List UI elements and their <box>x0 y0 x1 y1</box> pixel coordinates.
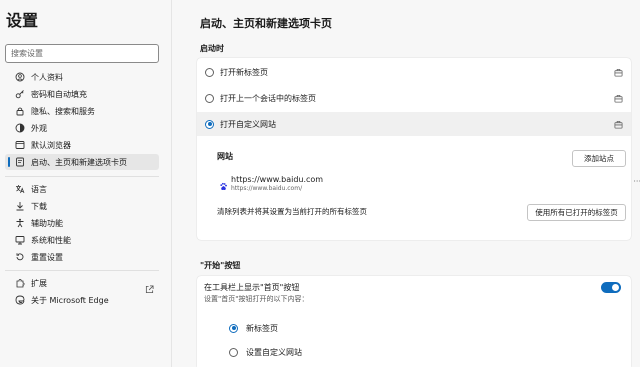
radio-button[interactable] <box>229 347 238 357</box>
startup-option-previous-session[interactable]: 打开上一个会话中的标签页 <box>197 86 631 110</box>
sidebar-item-label: 辅助功能 <box>31 218 63 228</box>
site-list-item: https://www.baidu.com https://www.baidu.… <box>217 174 640 195</box>
radio-button[interactable] <box>205 93 214 103</box>
sidebar-item-label: 系统和性能 <box>31 235 71 245</box>
edge-icon <box>15 295 25 305</box>
sidebar-item-label: 隐私、搜索和服务 <box>31 106 95 116</box>
sidebar-item-profile[interactable]: 个人资料 <box>5 69 159 85</box>
sidebar-item-accessibility[interactable]: 辅助功能 <box>5 215 159 231</box>
sidebar-item-label: 启动、主页和新建选项卡页 <box>31 157 127 167</box>
briefcase-icon <box>614 120 623 131</box>
baidu-favicon-icon <box>219 176 228 195</box>
main-content: 启动、主页和新建选项卡页 启动时 打开新标签页 打开上一个会话中的标签页 打开自… <box>173 0 640 367</box>
startup-option-custom-sites[interactable]: 打开自定义网站 <box>197 112 631 136</box>
divider <box>5 176 159 177</box>
sidebar-item-default-browser[interactable]: 默认浏览器 <box>5 137 159 153</box>
home-option-new-tab[interactable]: 新标签页 <box>229 320 278 336</box>
option-label: 新标签页 <box>246 323 278 333</box>
option-label: 打开上一个会话中的标签页 <box>220 93 316 103</box>
sidebar-item-extensions[interactable]: 扩展 <box>5 275 159 291</box>
radio-button[interactable] <box>205 119 214 129</box>
sidebar-item-label: 密码和自动填充 <box>31 89 87 99</box>
briefcase-icon <box>614 94 623 105</box>
sidebar-item-label: 下载 <box>31 201 47 211</box>
home-option-custom-site[interactable]: 设置自定义网站 <box>229 344 302 360</box>
site-url: https://www.baidu.com/ <box>231 185 303 192</box>
sidebar-item-privacy[interactable]: 隐私、搜索和服务 <box>5 103 159 119</box>
sidebar-item-label: 外观 <box>31 123 47 133</box>
key-icon <box>15 89 25 99</box>
system-icon <box>15 235 25 245</box>
search-input[interactable]: 搜索设置 <box>5 44 159 63</box>
sidebar-item-about[interactable]: 关于 Microsoft Edge <box>5 292 159 308</box>
accessibility-icon <box>15 218 25 228</box>
browser-icon <box>15 140 25 150</box>
start-page-icon <box>15 157 25 167</box>
radio-button[interactable] <box>229 323 238 333</box>
sidebar-item-reset[interactable]: 重置设置 <box>5 249 159 265</box>
sidebar-item-label: 默认浏览器 <box>31 140 71 150</box>
more-options-button[interactable]: ··· <box>633 177 640 186</box>
sidebar-item-label: 重置设置 <box>31 252 63 262</box>
toggle-label: 在工具栏上显示"首页"按钮 <box>204 283 300 292</box>
sidebar-item-startup[interactable]: 启动、主页和新建选项卡页 <box>5 154 159 170</box>
sidebar-item-downloads[interactable]: 下载 <box>5 198 159 214</box>
reset-icon <box>15 252 25 262</box>
divider <box>5 270 159 271</box>
home-button-card: 在工具栏上显示"首页"按钮 设置"首页"按钮打开的以下内容： 新标签页 设置自定… <box>197 276 631 367</box>
site-title: https://www.baidu.com <box>231 175 324 184</box>
page-title: 启动、主页和新建选项卡页 <box>200 17 332 30</box>
add-site-button[interactable]: 添加站点 <box>572 150 626 167</box>
toggle-description: 设置"首页"按钮打开的以下内容： <box>204 295 309 303</box>
clear-list-text: 清除列表并将其设置为当前打开的所有标签页 <box>217 207 367 216</box>
option-label: 设置自定义网站 <box>246 347 302 357</box>
use-all-open-tabs-button[interactable]: 使用所有已打开的标签页 <box>527 204 626 221</box>
option-label: 打开自定义网站 <box>220 119 276 129</box>
lock-icon <box>15 106 25 116</box>
option-label: 打开新标签页 <box>220 67 268 77</box>
radio-button[interactable] <box>205 67 214 77</box>
language-icon <box>15 184 25 194</box>
sidebar-item-appearance[interactable]: 外观 <box>5 120 159 136</box>
sidebar: 设置 搜索设置 个人资料 密码和自动填充 隐私、搜索和服务 外观 默认浏览器 启… <box>0 0 172 367</box>
home-button-section-label: "开始"按钮 <box>200 261 241 270</box>
sidebar-item-label: 个人资料 <box>31 72 63 82</box>
sidebar-item-system[interactable]: 系统和性能 <box>5 232 159 248</box>
startup-option-new-tab[interactable]: 打开新标签页 <box>197 60 631 84</box>
sidebar-item-language[interactable]: 语言 <box>5 181 159 197</box>
startup-section-label: 启动时 <box>200 44 224 53</box>
download-icon <box>15 201 25 211</box>
sidebar-item-passwords[interactable]: 密码和自动填充 <box>5 86 159 102</box>
sidebar-item-label: 语言 <box>31 184 47 194</box>
settings-title: 设置 <box>6 11 39 30</box>
sites-label: 网站 <box>217 152 233 161</box>
briefcase-icon <box>614 68 623 79</box>
sidebar-item-label: 扩展 <box>31 278 47 288</box>
show-home-button-toggle[interactable] <box>601 282 621 293</box>
extensions-icon <box>15 278 25 288</box>
sidebar-item-label: 关于 Microsoft Edge <box>31 295 109 305</box>
appearance-icon <box>15 123 25 133</box>
profile-icon <box>15 72 25 82</box>
